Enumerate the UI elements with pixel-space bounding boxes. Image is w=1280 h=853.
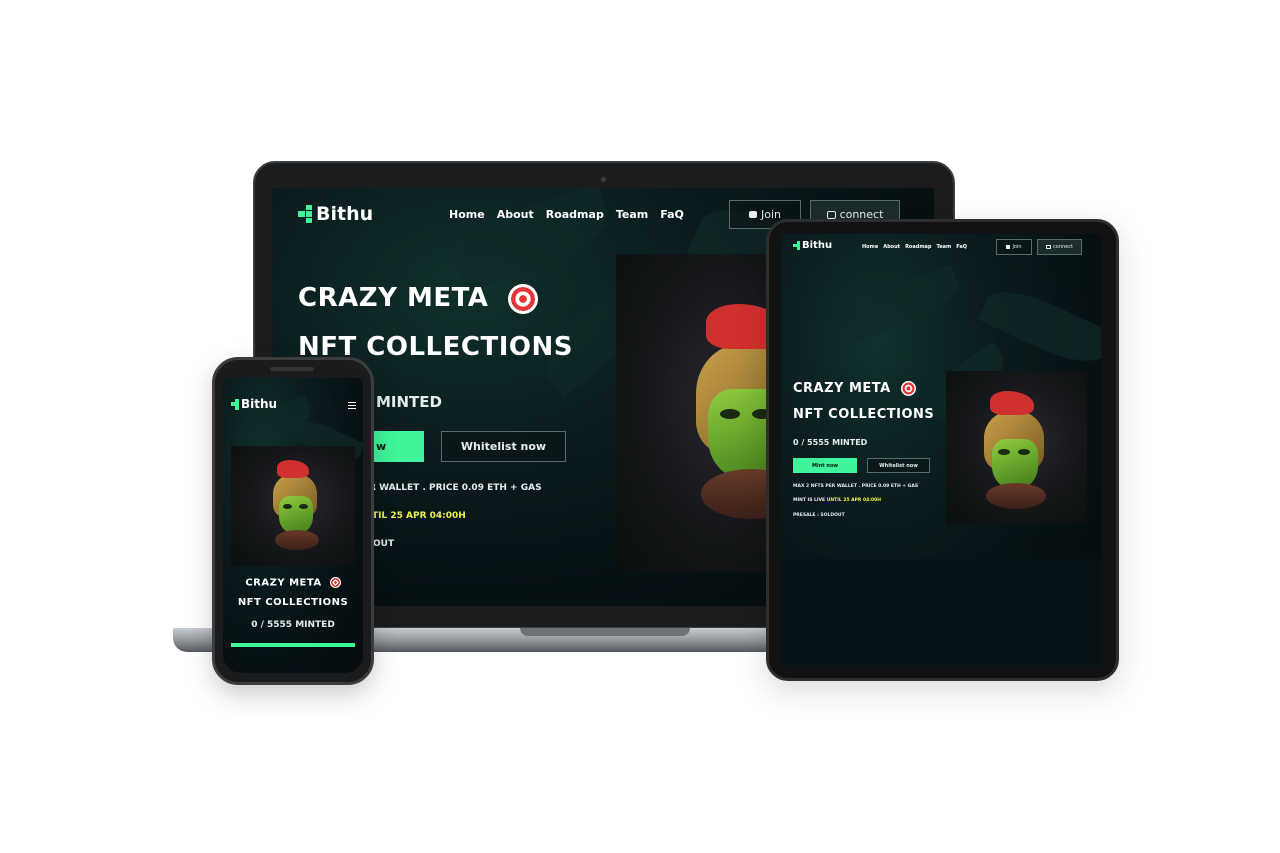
logo-mark-icon [231,398,239,410]
hamburger-menu-icon[interactable] [348,402,356,409]
nav-team[interactable]: Team [936,244,951,250]
logo-mark-icon [298,205,312,223]
tablet-minted-counter: 0 / 5555 MINTED [793,438,868,447]
whitelist-now-button[interactable]: Whitelist now [441,431,566,462]
tablet-whitelist-now-button[interactable]: Whitelist now [867,458,930,473]
tablet-mint-now-button[interactable]: Mint now [793,458,857,473]
tablet-screen: Bithu Home About Roadmap Team FaQ Join c… [781,234,1101,666]
tablet-join-button[interactable]: Join [996,239,1032,255]
presale-status: OUT [373,539,395,549]
tablet-mint-live: MINT IS LIVE UNTIL 25 APR 04:00H [793,498,882,503]
minted-counter: MINTED [376,393,442,411]
discord-icon [1006,245,1011,249]
tablet-site-logo[interactable]: Bithu [793,240,832,251]
nav-team[interactable]: Team [616,208,648,221]
phone-mint-progress-bar [231,643,355,647]
phone-screen: Bithu CRAZY META NFT COLLECTIONS 0 / 555… [223,378,363,673]
tablet-nft-artwork [946,371,1087,523]
mask-character-image [976,391,1056,511]
phone-nft-artwork [231,446,355,566]
nav-home[interactable]: Home [862,244,878,250]
hero-title-line1: CRAZY META [298,283,538,314]
wallet-icon [826,210,836,219]
nav-roadmap[interactable]: Roadmap [546,208,604,221]
nav-about[interactable]: About [497,208,534,221]
target-emoji-icon [900,381,916,396]
mask-character-image [267,460,327,555]
mint-live-until: TIL 25 APR 04:00H [372,511,466,521]
main-nav: Home About Roadmap Team FaQ [449,208,684,221]
tablet-hero-title-line1: CRAZY META [793,381,916,396]
wallet-icon [1046,245,1052,249]
target-emoji-icon [508,283,538,314]
device-mockup-stage: Bithu Home About Roadmap Team FaQ Join c… [0,0,1280,853]
brand-name: Bithu [316,203,374,225]
nav-about[interactable]: About [883,244,900,250]
nav-roadmap[interactable]: Roadmap [905,244,931,250]
wallet-price-info: R WALLET . PRICE 0.09 ETH + GAS [369,483,542,493]
phone-hero-title-line2: NFT COLLECTIONS [237,597,349,608]
tablet-wallet-price-info: MAX 2 NFTS PER WALLET . PRICE 0.09 ETH +… [793,484,919,489]
site-logo[interactable]: Bithu [298,203,373,225]
tablet-main-nav: Home About Roadmap Team FaQ [862,244,967,250]
tablet-hero-title-line2: NFT COLLECTIONS [793,407,935,422]
phone-hero-title-line1: CRAZY META [223,577,363,589]
phone-speaker [270,367,314,371]
logo-mark-icon [793,241,800,250]
nav-faq[interactable]: FaQ [660,208,684,221]
tablet-presale-status: PRESALE : SOLDOUT [793,513,845,518]
nav-home[interactable]: Home [449,208,485,221]
laptop-hinge-notch [520,628,690,636]
phone-minted-counter: 0 / 5555 MINTED [251,620,335,630]
nav-faq[interactable]: FaQ [956,244,967,250]
phone-site-logo[interactable]: Bithu [231,397,277,411]
target-emoji-icon [329,577,341,588]
tablet-connect-button[interactable]: connect [1037,239,1082,255]
laptop-camera [601,177,606,182]
discord-icon [748,211,757,218]
